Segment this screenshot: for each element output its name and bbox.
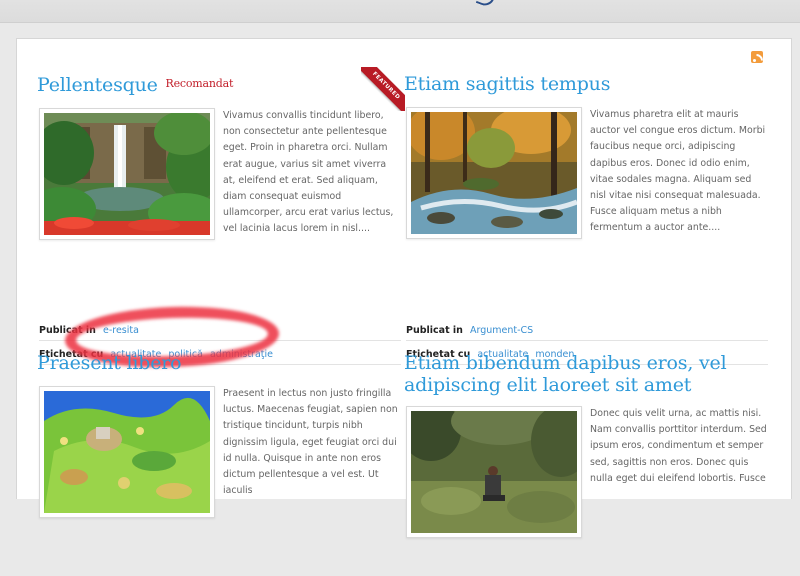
- waterfall-image: [44, 113, 210, 235]
- article-title[interactable]: Etiam sagittis tempus: [404, 73, 770, 95]
- recommended-badge: Recomandat: [165, 77, 234, 90]
- article-excerpt: Vivamus pharetra elit at mauris auctor v…: [590, 109, 766, 234]
- featured-ribbon-text: FEATURED: [361, 67, 405, 111]
- article-praesent-libero: Praesent libero Praesent in lectus non j…: [37, 352, 403, 556]
- article-pellentesque: Pellentesque Recomandat Vivamus convalli…: [37, 73, 403, 371]
- article-thumbnail[interactable]: [39, 108, 215, 240]
- featured-ribbon: FEATURED: [361, 67, 405, 111]
- article-thumbnail[interactable]: [406, 406, 582, 538]
- article-excerpt: Vivamus convallis tincidunt libero, non …: [223, 110, 394, 235]
- content-panel: Pellentesque Recomandat Vivamus convalli…: [16, 38, 792, 538]
- article-title-text[interactable]: Pellentesque: [37, 74, 158, 96]
- game-map-image: [44, 391, 210, 513]
- article-title[interactable]: Pellentesque Recomandat: [37, 73, 403, 96]
- article-excerpt: Praesent in lectus non justo fringilla l…: [223, 388, 398, 497]
- article-body: Praesent in lectus non justo fringilla l…: [37, 386, 403, 556]
- published-label: Publicat in: [406, 325, 463, 336]
- article-thumbnail[interactable]: [406, 107, 582, 239]
- article-body: Donec quis velit urna, ac mattis nisi. N…: [404, 406, 770, 576]
- logo-fragment: [475, 0, 497, 9]
- article-excerpt: Donec quis velit urna, ac mattis nisi. N…: [590, 408, 767, 484]
- rss-icon[interactable]: [751, 51, 763, 63]
- article-etiam-sagittis: Etiam sagittis tempus Vivamus pharetra e…: [404, 73, 770, 365]
- article-title[interactable]: Etiam bibendum dapibus eros, vel adipisc…: [404, 352, 770, 396]
- published-in: Publicat in Argument-CS: [406, 325, 768, 341]
- article-title[interactable]: Praesent libero: [37, 352, 403, 374]
- category-link[interactable]: Argument-CS: [470, 325, 533, 336]
- top-bar: [0, 0, 800, 23]
- article-etiam-bibendum: Etiam bibendum dapibus eros, vel adipisc…: [404, 352, 770, 576]
- forest-person-image: [411, 411, 577, 533]
- article-body: Vivamus convallis tincidunt libero, non …: [37, 108, 403, 278]
- article-body: Vivamus pharetra elit at mauris auctor v…: [404, 107, 770, 277]
- forest-stream-image: [411, 112, 577, 234]
- article-thumbnail[interactable]: [39, 386, 215, 518]
